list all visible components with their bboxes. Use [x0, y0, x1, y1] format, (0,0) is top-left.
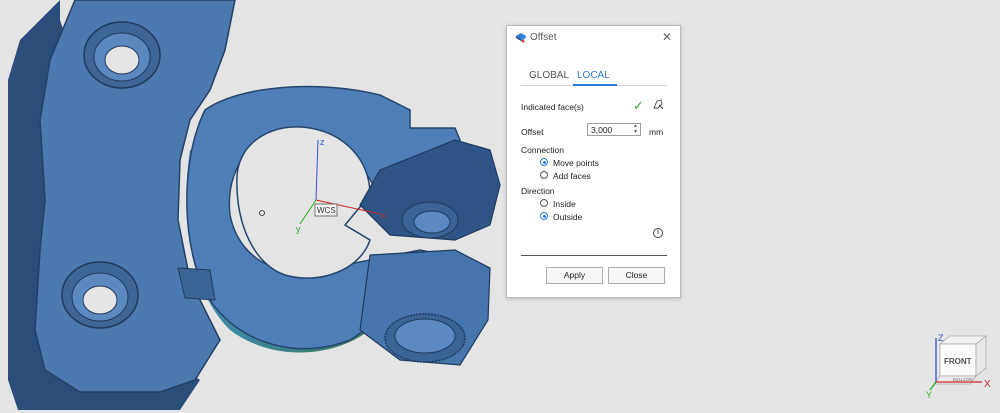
counterbore-bottom	[61, 261, 139, 329]
dialog-title: Offset	[530, 32, 557, 43]
check-icon: ✓	[633, 98, 644, 113]
connection-label: Connection	[521, 145, 565, 155]
wcs-axis-y: y	[296, 224, 301, 234]
face-pick-icon[interactable]	[652, 98, 664, 110]
cube-axis-y: Y	[926, 390, 932, 400]
indicated-faces-label: Indicated face(s)	[521, 102, 584, 112]
counterbore-top	[83, 21, 161, 89]
close-button[interactable]: Close	[608, 267, 665, 284]
offset-input[interactable]: 3,000 ▲ ▼	[587, 123, 641, 136]
offset-tool-icon	[516, 33, 526, 43]
clamp-bore	[236, 126, 371, 279]
radio-outside[interactable]	[540, 212, 548, 220]
tab-global[interactable]: GLOBAL	[529, 70, 569, 81]
3d-viewport[interactable]: z x y WCS	[0, 0, 1000, 410]
move-points-label: Move points	[553, 158, 599, 168]
radio-move-points[interactable]	[540, 158, 548, 166]
dialog-titlebar[interactable]: Offset ✕	[507, 26, 680, 48]
view-cube-front-label: FRONT	[944, 357, 972, 366]
radio-add-faces[interactable]	[540, 171, 548, 179]
info-icon[interactable]: i	[653, 228, 663, 238]
cube-axis-x: X	[984, 379, 991, 390]
view-cube-bottom-label: BOTTOM	[953, 377, 972, 382]
offset-label: Offset	[521, 127, 544, 137]
wcs-axis-x: x	[381, 210, 386, 220]
spin-down-icon[interactable]: ▼	[632, 130, 639, 135]
add-faces-label: Add faces	[553, 171, 591, 181]
wcs-axis-z: z	[320, 137, 325, 147]
active-tab-indicator	[573, 84, 617, 86]
radio-inside[interactable]	[540, 199, 548, 207]
cube-axis-z: Z	[938, 333, 944, 343]
inside-label: Inside	[553, 199, 576, 209]
wcs-label: WCS	[317, 206, 336, 215]
dialog-tabs: GLOBAL LOCAL	[521, 68, 667, 86]
direction-label: Direction	[521, 186, 555, 196]
close-icon[interactable]: ✕	[662, 30, 672, 44]
offset-value: 3,000	[591, 125, 613, 135]
outside-label: Outside	[553, 212, 583, 222]
view-cube[interactable]: FRONT BOTTOM Z X Y	[920, 330, 998, 408]
offset-unit: mm	[649, 127, 664, 137]
offset-dialog: Offset ✕ GLOBAL LOCAL Indicated face(s) …	[506, 25, 681, 298]
tab-local[interactable]: LOCAL	[577, 70, 610, 81]
dialog-separator	[521, 255, 667, 256]
cad-part[interactable]	[8, 0, 501, 410]
apply-button[interactable]: Apply	[546, 267, 603, 284]
